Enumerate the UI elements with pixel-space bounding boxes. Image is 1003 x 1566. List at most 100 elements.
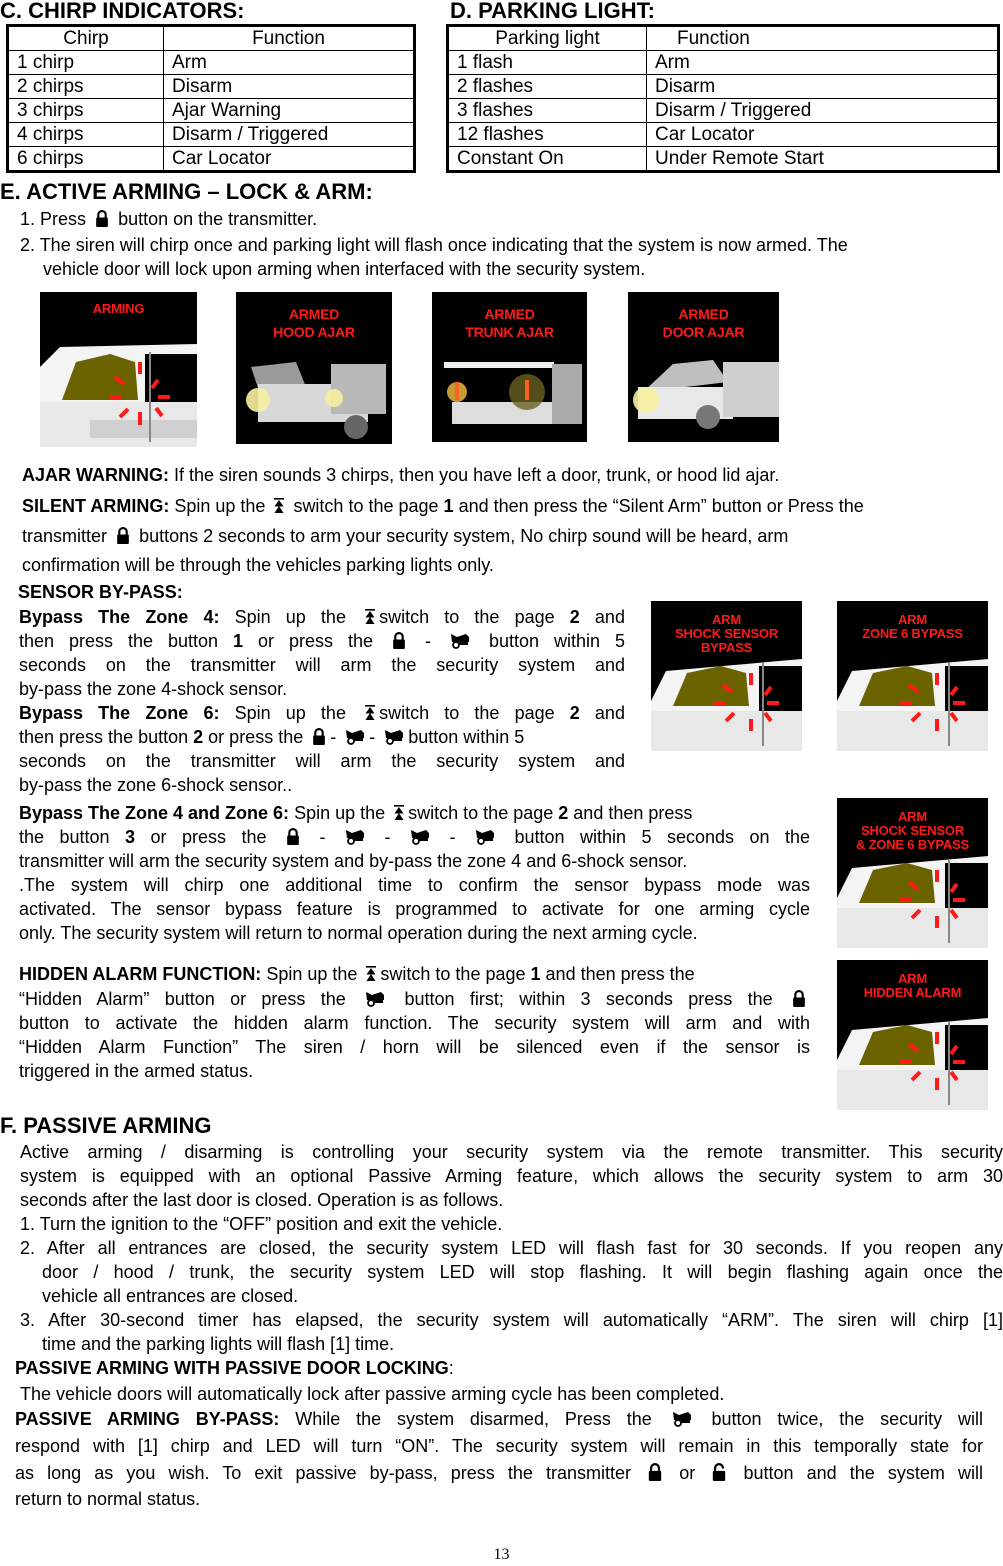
silent-arming-label: SILENT ARMING: <box>22 496 170 516</box>
parking-light-title: D. PARKING LIGHT: <box>450 0 655 23</box>
passive-step-2-line-3: vehicle all entrances are closed. <box>42 1286 299 1306</box>
passive-step-1: 1. Turn the ignition to the “OFF” positi… <box>20 1214 503 1234</box>
table-row: 6 chirps Car Locator <box>7 146 415 172</box>
chirp-count: 6 chirps <box>7 146 164 172</box>
chirp-count: 2 chirps <box>7 74 164 99</box>
active-step-1: 1. Press button on the transmitter. <box>20 209 318 229</box>
car-trunk-icon <box>672 1411 692 1427</box>
sensor-bypass-title: SENSOR BY-PASS: <box>18 582 183 602</box>
hidden-alarm-line-2: “Hidden Alarm” button or press the butto… <box>19 987 810 1011</box>
page-number: 13 <box>493 1546 510 1563</box>
passive-door-locking-heading: PASSIVE ARMING WITH PASSIVE DOOR LOCKING… <box>15 1358 454 1378</box>
flash-count: 1 flash <box>447 50 647 75</box>
chirp-function: Disarm <box>163 74 415 99</box>
active-step-2-line-1: 2. The siren will chirp once and parking… <box>20 235 848 255</box>
car-door-illustration <box>40 344 197 447</box>
car-trunk-icon <box>345 829 365 845</box>
hidden-alarm-line-4: “Hidden Alarm Function” The siren / horn… <box>19 1037 810 1057</box>
car-trunk-icon <box>384 729 404 745</box>
zone46-line-4: .The system will chirp one additional ti… <box>19 875 810 895</box>
flash-count: 2 flashes <box>447 74 647 99</box>
parking-light-table: Parking light Function 1 flash Arm 2 flas… <box>446 24 1000 173</box>
chirp-indicators-table: Chirp Function 1 chirp Arm 2 chirps Disarm… <box>6 24 416 173</box>
lock-icon <box>312 728 326 745</box>
arm-hidden-alarm-image: ARM HIDDEN ALARM <box>837 960 988 1110</box>
column-header: Function <box>646 25 999 51</box>
table-header-row: Chirp Function <box>7 25 415 51</box>
table-row: 2 flashes Disarm <box>447 74 999 99</box>
zone46-line-5: activated. The sensor bypass feature is … <box>19 899 810 919</box>
table-row: 3 flashes Disarm / Triggered <box>447 98 999 123</box>
column-header: Parking light <box>447 25 647 51</box>
chirp-count: 4 chirps <box>7 122 164 147</box>
silent-arming-line-3: confirmation will be through the vehicle… <box>22 555 494 575</box>
zone6-line-3: seconds on the transmitter will arm the … <box>19 751 625 771</box>
column-header: Function <box>163 25 415 51</box>
car-door-illustration <box>837 659 988 751</box>
table-row: 12 flashes Car Locator <box>447 122 999 147</box>
passive-bypass-line-3: as long as you wish. To exit passive by-… <box>15 1463 983 1483</box>
zone4-line-1: Bypass The Zone 4: Spin up the switch to… <box>19 607 625 627</box>
passive-bypass-line-4: return to normal status. <box>15 1489 201 1509</box>
silent-arming-line-2: transmitter buttons 2 seconds to arm you… <box>22 526 789 546</box>
passive-bypass-line-2: respond with [1] chirp and LED will turn… <box>15 1436 983 1456</box>
passive-intro-line-2: system is equipped with an optional Pass… <box>20 1166 1003 1186</box>
car-door-illustration <box>837 856 988 948</box>
zone46-line-1: Bypass The Zone 4 and Zone 6: Spin up th… <box>19 803 693 823</box>
flash-count: Constant On <box>447 146 647 172</box>
car-trunk-icon <box>475 829 495 845</box>
passive-step-3-line-1: 3. After 30-second timer has elapsed, th… <box>20 1310 1003 1330</box>
chirp-indicators-title: C. CHIRP INDICATORS: <box>0 0 245 23</box>
table-row: 1 flash Arm <box>447 50 999 75</box>
zone46-line-2: the button 3 or press the - - - button w… <box>19 827 811 847</box>
spin-up-switch-icon <box>365 609 375 625</box>
chirp-count: 1 chirp <box>7 50 164 75</box>
table-row: Constant On Under Remote Start <box>447 146 999 172</box>
car-door-open-illustration <box>633 360 779 429</box>
hidden-alarm-line-3: button to activate the hidden alarm func… <box>19 1013 810 1033</box>
chirp-function: Ajar Warning <box>163 98 415 123</box>
flash-function: Under Remote Start <box>646 146 999 172</box>
chirp-count: 3 chirps <box>7 98 164 123</box>
passive-door-locking-text: The vehicle doors will automatically loc… <box>20 1384 725 1404</box>
armed-door-ajar-image: ARMED DOOR AJAR <box>628 292 779 442</box>
lock-icon <box>95 210 109 227</box>
car-trunk-icon <box>450 633 470 649</box>
passive-bypass-line-1: PASSIVE ARMING BY-PASS: While the system… <box>15 1409 984 1429</box>
lock-icon <box>792 990 806 1007</box>
hidden-alarm-line-1: HIDDEN ALARM FUNCTION: Spin up the switc… <box>19 964 695 984</box>
hidden-alarm-line-5: triggered in the armed status. <box>19 1061 254 1081</box>
chirp-function: Disarm / Triggered <box>163 122 415 147</box>
active-step-2-line-2: vehicle door will lock upon arming when … <box>43 259 646 279</box>
silent-arming-line-1: SILENT ARMING: Spin up the switch to the… <box>22 496 864 516</box>
table-row: 3 chirps Ajar Warning <box>7 98 415 123</box>
car-door-illustration <box>837 1018 988 1110</box>
spin-up-switch-icon <box>394 805 404 821</box>
table-header-row: Parking light Function <box>447 25 999 51</box>
arm-shock-zone6-bypass-image: ARM SHOCK SENSOR & ZONE 6 BYPASS <box>837 798 988 948</box>
zone46-line-6: only. The security system will return to… <box>19 923 698 943</box>
spin-up-switch-icon <box>274 498 284 514</box>
zone6-line-1: Bypass The Zone 6: Spin up the switch to… <box>19 703 625 723</box>
passive-step-2-line-1: 2. After all entrances are closed, the s… <box>20 1238 1003 1258</box>
spin-up-switch-icon <box>366 966 376 982</box>
passive-intro-line-1: Active arming / disarming is controlling… <box>20 1142 1003 1162</box>
armed-trunk-ajar-image: ARMED TRUNK AJAR <box>432 292 587 442</box>
armed-hood-ajar-image: ARMED HOOD AJAR <box>236 292 392 444</box>
passive-intro-line-3: seconds after the last door is closed. O… <box>20 1190 504 1210</box>
spin-up-switch-icon <box>365 705 375 721</box>
arm-zone6-bypass-image: ARM ZONE 6 BYPASS <box>837 601 988 751</box>
table-row: 1 chirp Arm <box>7 50 415 75</box>
car-trunk-icon <box>410 829 430 845</box>
zone4-line-2: then press the button 1 or press the - b… <box>19 631 625 651</box>
flash-function: Disarm <box>646 74 999 99</box>
unlock-icon <box>712 1463 726 1481</box>
column-header: Chirp <box>7 25 164 51</box>
zone4-line-3: seconds on the transmitter will arm the … <box>19 655 625 675</box>
zone4-line-4: by-pass the zone 4-shock sensor. <box>19 679 288 699</box>
flash-count: 3 flashes <box>447 98 647 123</box>
lock-icon <box>392 632 406 649</box>
lock-icon <box>648 1463 662 1481</box>
passive-step-2-line-2: door / hood / trunk, the security system… <box>42 1262 1003 1282</box>
flash-function: Disarm / Triggered <box>646 98 999 123</box>
